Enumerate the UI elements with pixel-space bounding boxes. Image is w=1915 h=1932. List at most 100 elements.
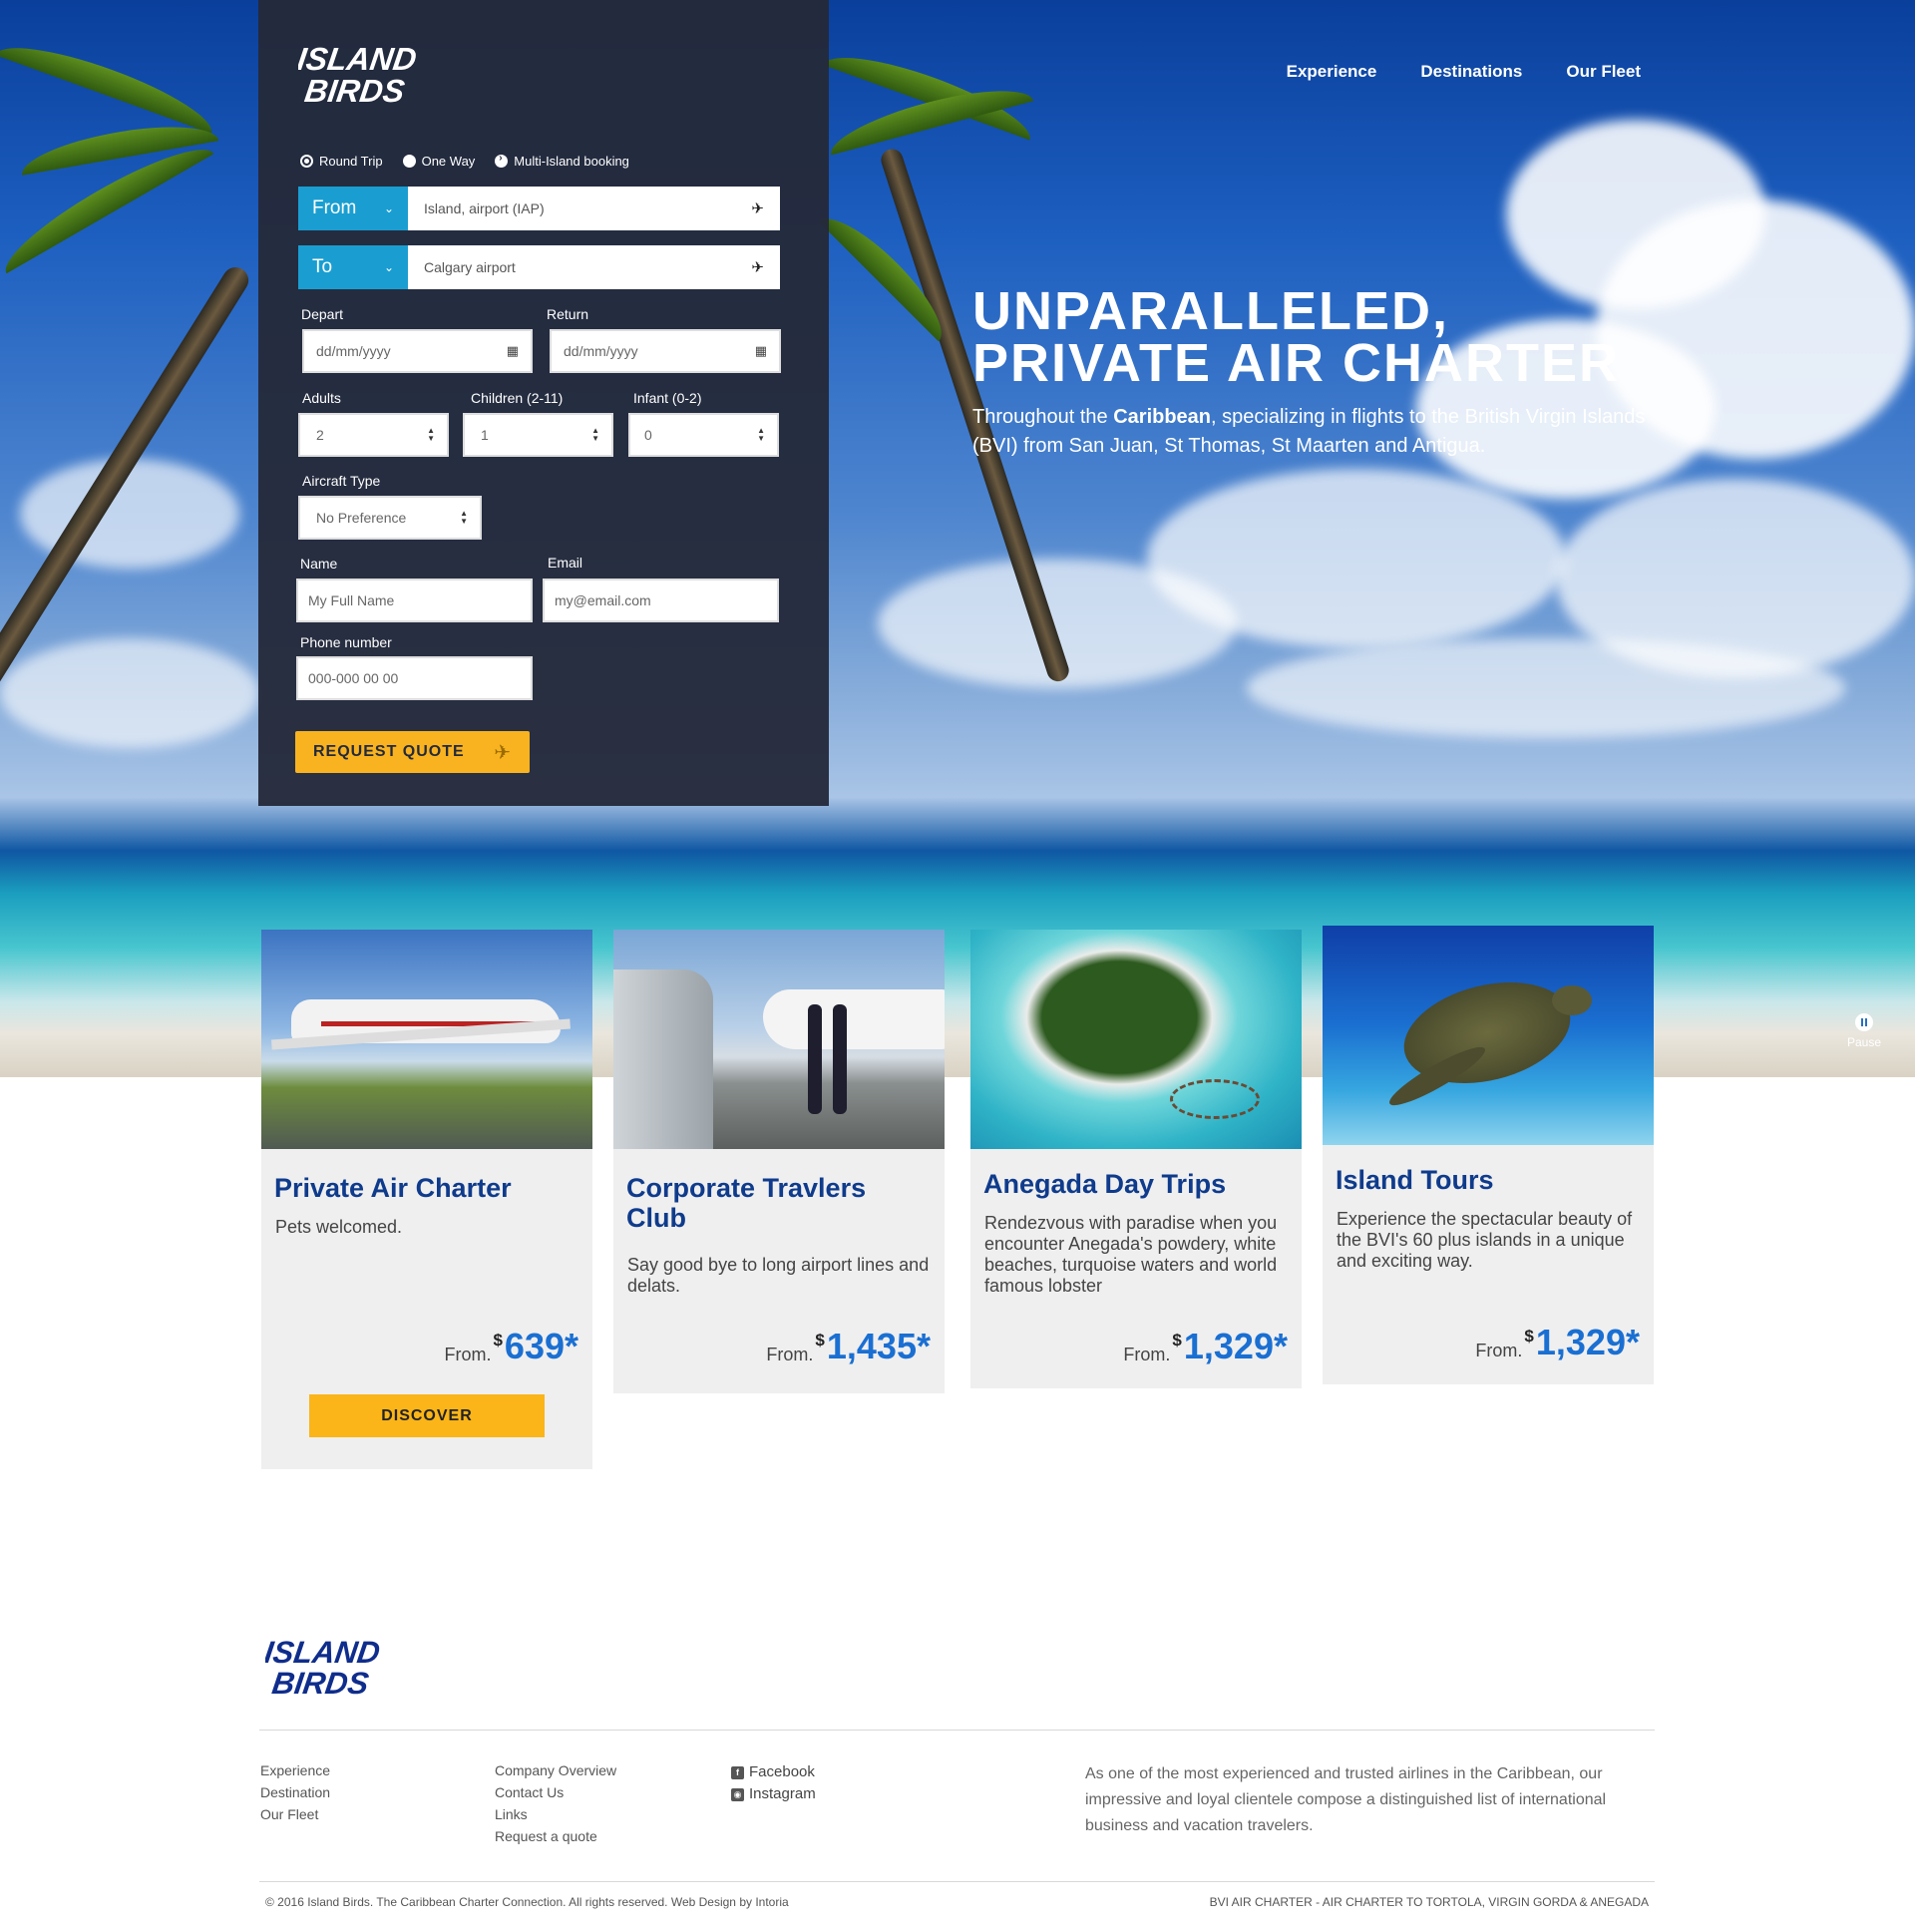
- footer-link-our-fleet[interactable]: Our Fleet: [260, 1803, 330, 1825]
- radio-one-way[interactable]: One Way: [402, 154, 475, 169]
- return-placeholder: dd/mm/yyyy: [564, 343, 638, 359]
- pilot-figure: [808, 1004, 822, 1114]
- slider-pause-button[interactable]: Pause: [1847, 1013, 1881, 1049]
- adults-stepper[interactable]: 2 ▲ ▼: [298, 413, 449, 457]
- radio-dot-icon: [402, 155, 416, 168]
- spinner-icon: ▲ ▼: [591, 426, 599, 443]
- from-select[interactable]: From ⌄: [298, 187, 408, 230]
- card-text: Pets welcomed.: [275, 1217, 403, 1237]
- card-title: Anegada Day Trips: [983, 1169, 1227, 1199]
- phone-placeholder: 000-000 00 00: [308, 670, 399, 686]
- chevron-down-icon: ⌄: [383, 260, 394, 274]
- discover-button[interactable]: DISCOVER: [309, 1394, 545, 1437]
- sub-bold: Caribbean: [1113, 406, 1212, 428]
- radio-multi-island[interactable]: Multi-Island booking: [495, 153, 629, 169]
- return-label: Return: [547, 306, 589, 322]
- card-text: Experience the spectacular beauty of the…: [1337, 1209, 1633, 1271]
- jet-body: [763, 989, 945, 1049]
- footer-link-links[interactable]: Links: [495, 1803, 616, 1825]
- footer-logo-line-2: BIRDS: [270, 1666, 372, 1698]
- footer-logo-mark: ISLAND BIRDS: [262, 1635, 382, 1701]
- card-corporate-travlers-club[interactable]: Corporate Travlers Club Say good bye to …: [613, 930, 945, 1393]
- to-value: Calgary airport: [424, 259, 516, 275]
- to-label: To: [312, 256, 333, 277]
- from-row: From ⌄ Island, airport (IAP) ✈: [298, 187, 780, 230]
- name-placeholder: My Full Name: [308, 592, 395, 608]
- return-date-input[interactable]: dd/mm/yyyy ▦: [550, 329, 781, 373]
- nav-destinations[interactable]: Destinations: [1420, 62, 1522, 82]
- price-from: From.: [766, 1345, 814, 1364]
- instagram-icon: ◉: [731, 1787, 744, 1801]
- water-villas: [1170, 1079, 1260, 1119]
- plane-departure-icon: ✈: [751, 200, 764, 217]
- palm-frond: [0, 30, 220, 134]
- instagram-label: Instagram: [749, 1785, 816, 1802]
- request-quote-label: REQUEST QUOTE: [313, 743, 465, 760]
- name-label: Name: [300, 556, 338, 572]
- pause-icon: [1854, 1013, 1873, 1031]
- to-row: To ⌄ Calgary airport ✈: [298, 245, 780, 289]
- adults-value: 2: [316, 427, 324, 443]
- brand-logo-mark: ISLAND BIRDS: [295, 41, 419, 109]
- trip-type-group: Round Trip One Way Multi-Island booking: [300, 153, 629, 169]
- footer-logo-line-1: ISLAND: [265, 1635, 382, 1670]
- nav-experience[interactable]: Experience: [1287, 62, 1377, 82]
- depart-label: Depart: [301, 306, 344, 322]
- card-image: [970, 930, 1302, 1149]
- footer-link-request-quote[interactable]: Request a quote: [495, 1825, 616, 1847]
- aircraft-select[interactable]: No Preference ▲ ▼: [298, 496, 482, 540]
- to-select[interactable]: To ⌄: [298, 245, 408, 289]
- phone-input[interactable]: 000-000 00 00: [296, 656, 533, 700]
- footer-link-experience[interactable]: Experience: [260, 1759, 330, 1781]
- hero-subheadline: Throughout the Caribbean, specializing i…: [972, 403, 1671, 461]
- chevron-down-icon: ⌄: [383, 201, 394, 215]
- from-input[interactable]: Island, airport (IAP) ✈: [408, 187, 780, 230]
- facebook-icon: f: [731, 1765, 744, 1779]
- headline-line-1: UNPARALLELED,: [972, 281, 1449, 341]
- footer-link-company-overview[interactable]: Company Overview: [495, 1759, 616, 1781]
- radio-label: Multi-Island booking: [514, 154, 629, 169]
- footer-bottom-divider: [259, 1881, 1655, 1882]
- price-from: From.: [1123, 1345, 1171, 1364]
- spinner-icon: ▲ ▼: [460, 509, 468, 526]
- radio-dot-icon: [300, 155, 313, 168]
- card-title: Private Air Charter: [274, 1173, 512, 1203]
- footer-links-col-1: Experience Destination Our Fleet: [260, 1759, 330, 1825]
- card-price: From. $ 1,329*: [1475, 1325, 1640, 1361]
- nav-our-fleet[interactable]: Our Fleet: [1566, 62, 1641, 82]
- price-currency: $: [815, 1331, 825, 1350]
- brand-logo[interactable]: ISLAND BIRDS: [295, 40, 448, 109]
- depart-placeholder: dd/mm/yyyy: [316, 343, 391, 359]
- footer-logo[interactable]: ISLAND BIRDS: [262, 1634, 413, 1701]
- hero-headline: UNPARALLELED, PRIVATE AIR CHARTER: [972, 281, 1621, 393]
- children-stepper[interactable]: 1 ▲ ▼: [463, 413, 613, 457]
- footer-link-destination[interactable]: Destination: [260, 1781, 330, 1803]
- card-private-air-charter[interactable]: Private Air Charter Pets welcomed. From.…: [261, 930, 592, 1469]
- card-island-tours[interactable]: Island Tours Experience the spectacular …: [1323, 926, 1654, 1384]
- email-input[interactable]: my@email.com: [543, 579, 779, 622]
- footer-divider: [259, 1730, 1655, 1731]
- headline-line-2: PRIVATE AIR CHARTER: [972, 333, 1621, 393]
- name-input[interactable]: My Full Name: [296, 579, 533, 622]
- email-label: Email: [548, 555, 583, 571]
- card-text: Rendezvous with paradise when you encoun…: [984, 1213, 1278, 1296]
- footer-link-contact-us[interactable]: Contact Us: [495, 1781, 616, 1803]
- pilot-figure: [833, 1004, 847, 1114]
- radio-round-trip[interactable]: Round Trip: [300, 154, 383, 169]
- radio-label: Round Trip: [319, 154, 383, 169]
- depart-date-input[interactable]: dd/mm/yyyy ▦: [302, 329, 533, 373]
- turtle-head: [1552, 985, 1592, 1015]
- price-currency: $: [1524, 1327, 1534, 1346]
- facebook-link[interactable]: f Facebook: [731, 1761, 816, 1783]
- children-value: 1: [481, 427, 489, 443]
- infant-stepper[interactable]: 0 ▲ ▼: [628, 413, 779, 457]
- cloud: [0, 638, 259, 748]
- card-anegada-day-trips[interactable]: Anegada Day Trips Rendezvous with paradi…: [970, 930, 1302, 1388]
- instagram-link[interactable]: ◉ Instagram: [731, 1783, 816, 1805]
- to-input[interactable]: Calgary airport ✈: [408, 245, 780, 289]
- footer-about-text: As one of the most experienced and trust…: [1085, 1765, 1607, 1834]
- price-from: From.: [1475, 1341, 1523, 1360]
- card-image: [261, 930, 592, 1149]
- request-quote-button[interactable]: REQUEST QUOTE ✈: [295, 731, 530, 773]
- card-image: [1323, 926, 1654, 1145]
